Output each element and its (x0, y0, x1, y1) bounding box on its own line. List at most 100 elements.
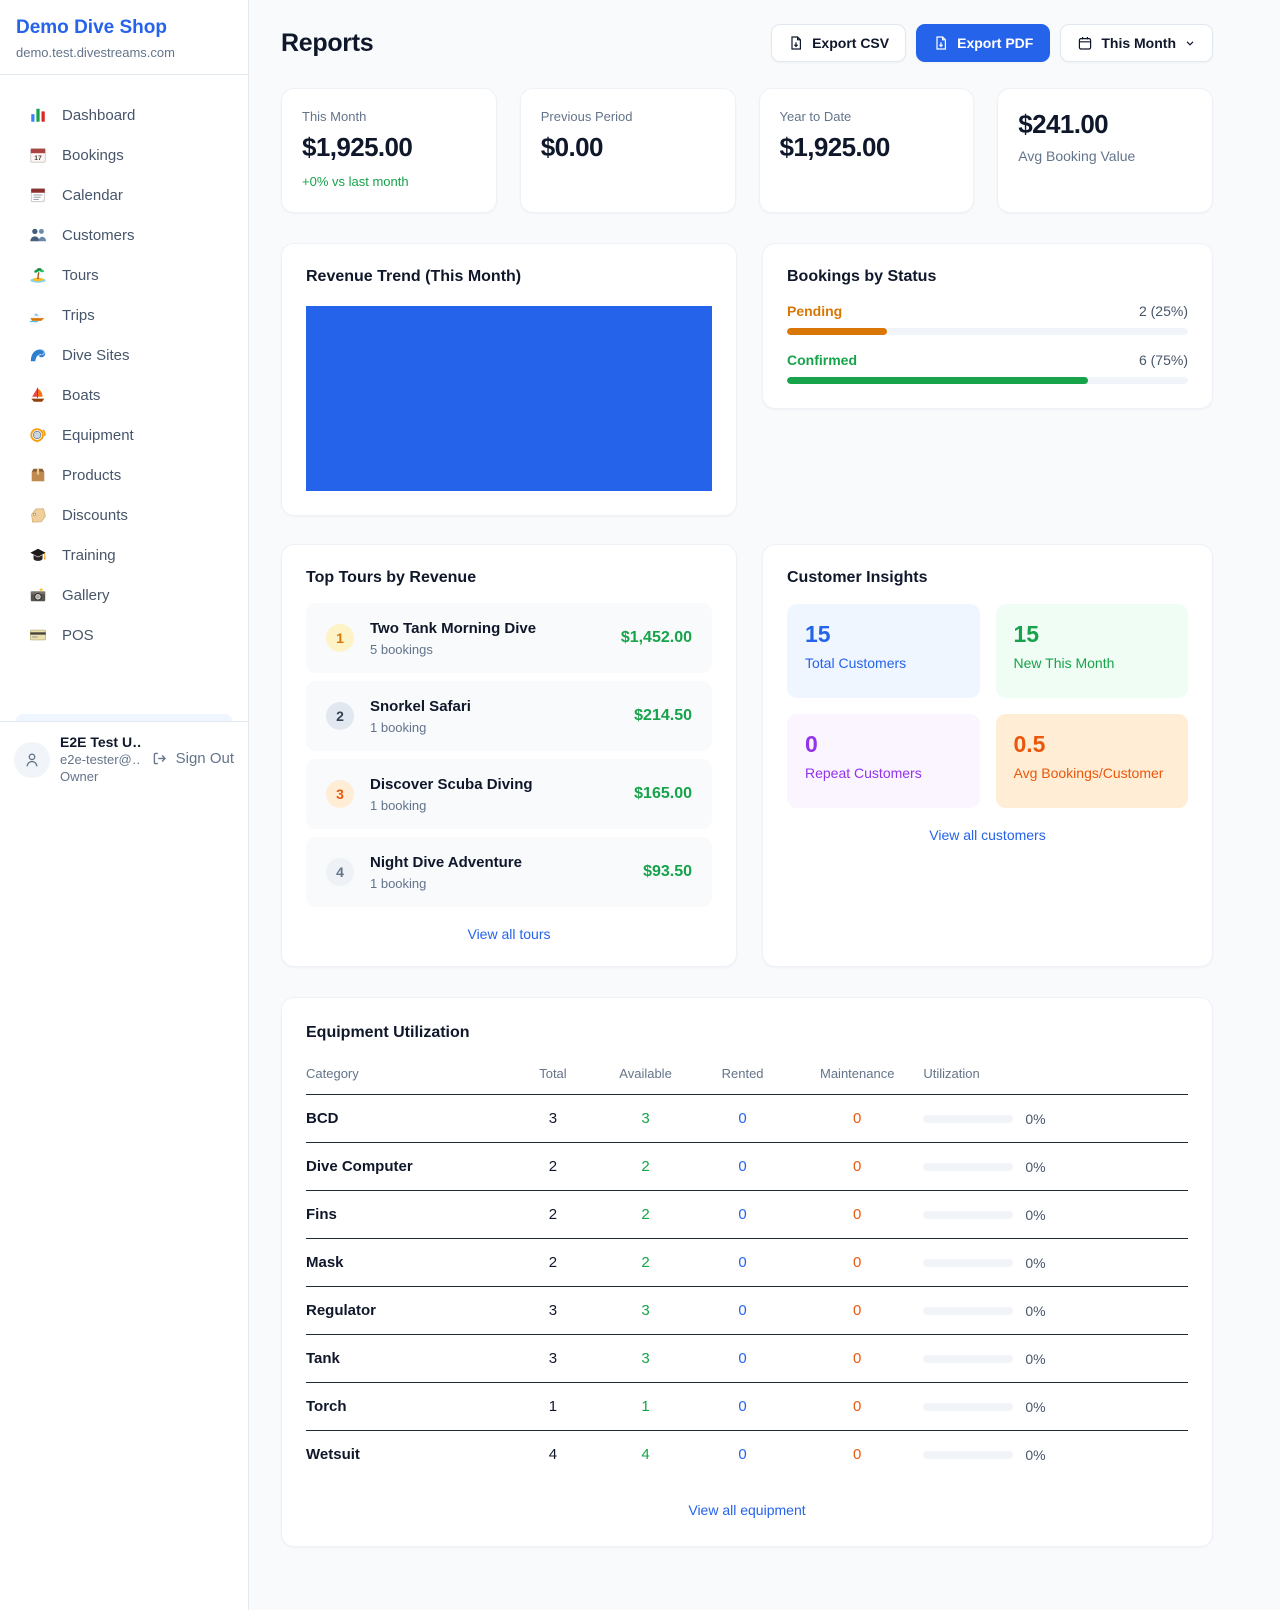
tile-value: 0.5 (1014, 731, 1171, 758)
sidebar-nav: Dashboard 17 Bookings Calendar Customers… (0, 75, 248, 721)
equipment-available: 3 (597, 1335, 694, 1383)
view-all-customers-link[interactable]: View all customers (787, 827, 1188, 843)
table-row: BCD 3 3 0 0 0% (306, 1095, 1188, 1143)
status-progress-fill (787, 328, 887, 335)
brand[interactable]: Demo Dive Shop demo.test.divestreams.com (0, 0, 248, 75)
svg-text:17: 17 (34, 155, 42, 162)
column-header-utilization: Utilization (923, 1056, 1188, 1095)
sidebar-item-discounts[interactable]: Discounts (16, 495, 232, 535)
sidebar-item-products[interactable]: Products (16, 455, 232, 495)
equipment-utilization: 0% (923, 1335, 1188, 1383)
column-header-rented: Rented (694, 1056, 791, 1095)
equipment-rented: 0 (694, 1239, 791, 1287)
utilization-bar (923, 1259, 1013, 1267)
speedboat-icon (28, 305, 48, 325)
equipment-utilization: 0% (923, 1431, 1188, 1479)
file-download-icon (788, 35, 804, 51)
sidebar-item-label: POS (62, 627, 94, 644)
export-csv-button[interactable]: Export CSV (771, 24, 906, 62)
export-pdf-button[interactable]: Export PDF (916, 24, 1050, 62)
tour-name: Two Tank Morning Dive (370, 620, 536, 637)
graduation-cap-icon (28, 545, 48, 565)
equipment-rented: 0 (694, 1287, 791, 1335)
sidebar-item-pos[interactable]: POS (16, 615, 232, 655)
tour-amount: $93.50 (643, 863, 692, 881)
stat-value: $0.00 (541, 132, 715, 163)
stat-card-this-month: This Month $1,925.00 +0% vs last month (281, 88, 497, 213)
period-select[interactable]: This Month (1060, 24, 1213, 62)
sidebar-item-equipment[interactable]: Equipment (16, 415, 232, 455)
stat-label: Avg Booking Value (1018, 148, 1192, 164)
equipment-maintenance: 0 (791, 1191, 923, 1239)
equipment-category: Mask (306, 1239, 509, 1287)
credit-card-icon (28, 625, 48, 645)
tour-bookings: 1 booking (370, 798, 618, 813)
sidebar-item-reports-partial[interactable] (16, 714, 232, 721)
equipment-category: BCD (306, 1095, 509, 1143)
sailboat-icon (28, 385, 48, 405)
sidebar: Demo Dive Shop demo.test.divestreams.com… (0, 0, 249, 1610)
sign-out-icon (151, 750, 168, 767)
equipment-available: 2 (597, 1239, 694, 1287)
equipment-category: Dive Computer (306, 1143, 509, 1191)
tour-bookings: 1 booking (370, 876, 627, 891)
wave-icon (28, 345, 48, 365)
file-download-icon (933, 35, 949, 51)
sidebar-item-dashboard[interactable]: Dashboard (16, 95, 232, 135)
status-progress-fill (787, 377, 1088, 384)
rank-badge: 4 (326, 858, 354, 886)
equipment-utilization: 0% (923, 1095, 1188, 1143)
equipment-category: Fins (306, 1191, 509, 1239)
insight-tile-repeat-customers: 0 Repeat Customers (787, 714, 980, 808)
tour-amount: $214.50 (634, 707, 692, 725)
camera-icon (28, 585, 48, 605)
equipment-rented: 0 (694, 1095, 791, 1143)
utilization-bar (923, 1211, 1013, 1219)
stat-card-year-to-date: Year to Date $1,925.00 (759, 88, 975, 213)
sidebar-item-boats[interactable]: Boats (16, 375, 232, 415)
table-row: Regulator 3 3 0 0 0% (306, 1287, 1188, 1335)
utilization-bar (923, 1403, 1013, 1411)
sidebar-item-customers[interactable]: Customers (16, 215, 232, 255)
sidebar-item-trips[interactable]: Trips (16, 295, 232, 335)
stat-value: $241.00 (1018, 109, 1192, 140)
sidebar-item-gallery[interactable]: Gallery (16, 575, 232, 615)
tile-value: 15 (1014, 621, 1171, 648)
column-header-total: Total (509, 1056, 597, 1095)
equipment-total: 3 (509, 1287, 597, 1335)
stat-label: This Month (302, 109, 476, 124)
tour-list: 1 Two Tank Morning Dive5 bookings $1,452… (306, 603, 712, 907)
sidebar-item-label: Gallery (62, 587, 110, 604)
equipment-total: 1 (509, 1383, 597, 1431)
equipment-maintenance: 0 (791, 1431, 923, 1479)
sign-out-button[interactable]: Sign Out (151, 750, 234, 767)
equipment-available: 1 (597, 1383, 694, 1431)
sidebar-item-tours[interactable]: Tours (16, 255, 232, 295)
sidebar-item-dive-sites[interactable]: Dive Sites (16, 335, 232, 375)
tile-label: Avg Bookings/Customer (1014, 765, 1171, 781)
view-all-tours-link[interactable]: View all tours (306, 926, 712, 942)
sidebar-item-calendar[interactable]: Calendar (16, 175, 232, 215)
tour-name: Night Dive Adventure (370, 854, 522, 871)
equipment-total: 2 (509, 1191, 597, 1239)
equipment-total: 3 (509, 1095, 597, 1143)
revenue-trend-card: Revenue Trend (This Month) (281, 243, 737, 516)
sidebar-item-training[interactable]: Training (16, 535, 232, 575)
tour-row: 2 Snorkel Safari1 booking $214.50 (306, 681, 712, 751)
view-all-equipment-link[interactable]: View all equipment (306, 1502, 1188, 1518)
top-tours-card: Top Tours by Revenue 1 Two Tank Morning … (281, 544, 737, 967)
sidebar-item-bookings[interactable]: 17 Bookings (16, 135, 232, 175)
equipment-utilization-title: Equipment Utilization (306, 1024, 1188, 1042)
utilization-percent: 0% (1025, 1399, 1045, 1415)
bar-chart-icon (28, 105, 48, 125)
utilization-percent: 0% (1025, 1111, 1045, 1127)
calendar-date-icon: 17 (28, 145, 48, 165)
equipment-available: 3 (597, 1287, 694, 1335)
equipment-total: 4 (509, 1431, 597, 1479)
equipment-total: 2 (509, 1143, 597, 1191)
tag-icon (28, 505, 48, 525)
equipment-rented: 0 (694, 1335, 791, 1383)
equipment-available: 2 (597, 1143, 694, 1191)
sidebar-item-label: Discounts (62, 507, 128, 524)
sidebar-item-label: Tours (62, 267, 99, 284)
